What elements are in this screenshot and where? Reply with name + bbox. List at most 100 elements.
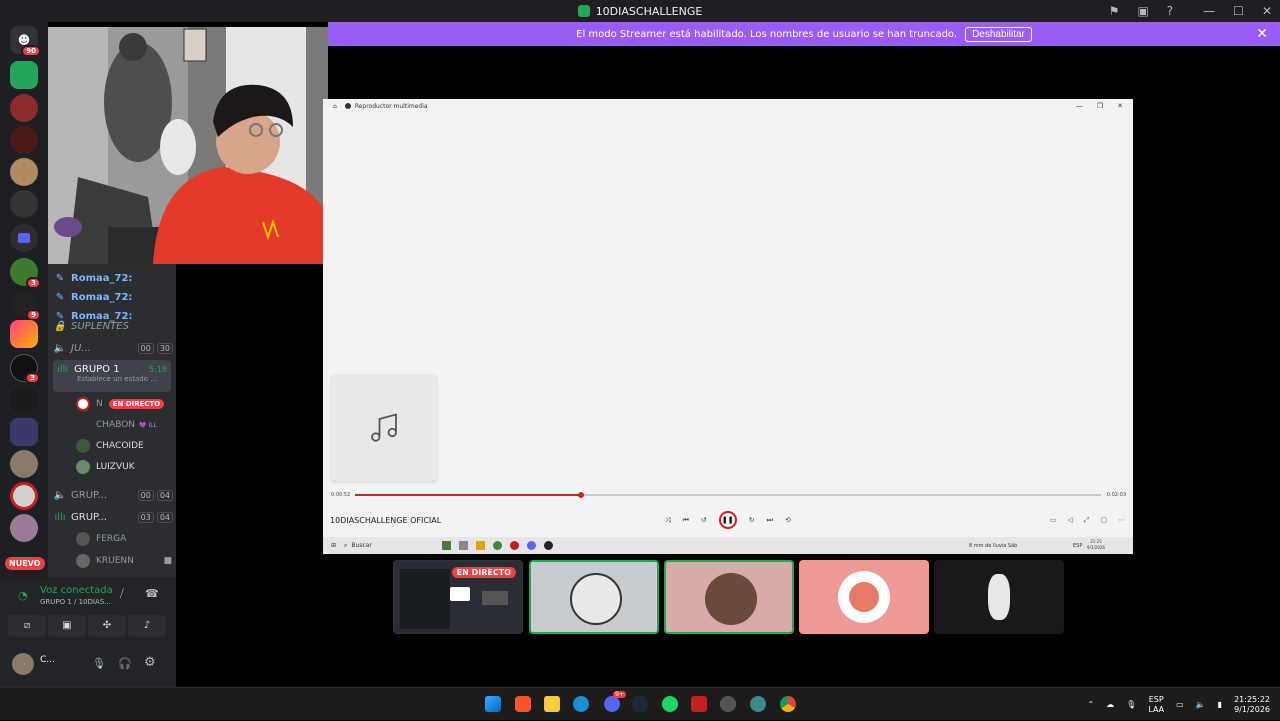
server-icon[interactable] <box>10 482 38 510</box>
taskbar-app-icon[interactable] <box>526 541 536 550</box>
taskbar-app-icon[interactable] <box>458 541 468 550</box>
server-icon[interactable] <box>10 514 38 542</box>
close-banner-icon[interactable]: ✕ <box>1256 26 1268 42</box>
voice-user-row[interactable]: KRUENN ■ <box>76 551 172 571</box>
folder-icon[interactable] <box>10 224 38 252</box>
minimize-button[interactable]: — <box>1076 102 1083 110</box>
fullscreen-icon[interactable]: ⤢ <box>1084 516 1090 525</box>
disable-streamer-button[interactable]: Deshabilitar <box>965 26 1032 42</box>
close-button[interactable]: ✕ <box>1117 102 1123 110</box>
discord-icon[interactable]: 9+ <box>604 691 626 712</box>
activities-button[interactable]: ✣ <box>88 615 126 637</box>
help-icon[interactable]: ? <box>1167 4 1173 18</box>
server-icon[interactable]: 9 <box>10 290 41 321</box>
server-icon[interactable] <box>10 190 38 218</box>
voice-user-row[interactable]: LUIZVUK <box>76 457 172 477</box>
spotify-icon[interactable] <box>662 696 678 712</box>
user-avatar[interactable] <box>12 653 34 675</box>
voice-user-row[interactable]: FERGA <box>76 529 172 549</box>
server-icon[interactable] <box>10 126 38 154</box>
home-icon[interactable]: ⌂ <box>333 103 337 110</box>
pause-button[interactable]: ❚❚ <box>718 511 737 529</box>
voice-channel[interactable]: GRUPO 1 / 10DIAS... <box>40 598 111 606</box>
channel-suplentes[interactable]: 🔒 SUPLENTES <box>53 316 173 336</box>
microphone-tray-icon[interactable]: 🎙 <box>1126 700 1136 709</box>
more-icon[interactable]: ⋯ <box>1118 516 1125 525</box>
channel-grup3[interactable]: ıllı GRUP... 03 04 <box>53 507 173 527</box>
seek-bar[interactable]: 0:00:52 0:02:03 <box>331 489 1126 501</box>
pinned-user-row[interactable]: ✎ Romaa_72: <box>53 268 173 288</box>
taskbar-app-icon[interactable] <box>492 541 502 550</box>
channel-grupo1[interactable]: ıllı GRUPO 1 5:18 Establece un estado ..… <box>53 360 171 392</box>
participant-tile[interactable] <box>529 560 659 634</box>
headphones-icon[interactable]: 🎧 <box>118 657 132 670</box>
miniplayer-icon[interactable]: ▭ <box>1050 516 1057 525</box>
channel-ju[interactable]: 🔈 JU... 00 30 <box>53 338 173 358</box>
taskbar-app-icon[interactable] <box>543 541 553 550</box>
server-icon[interactable] <box>10 450 38 478</box>
volume-icon[interactable]: ◁ <box>1067 516 1072 525</box>
taskbar-app-icon[interactable] <box>509 541 519 550</box>
disconnect-icon[interactable]: ☎ <box>145 587 159 600</box>
rewind-icon[interactable]: ↺ <box>701 516 707 524</box>
bing-icon[interactable] <box>573 696 589 712</box>
participant-tile[interactable] <box>934 560 1064 634</box>
shuffle-icon[interactable]: ⤨ <box>665 516 671 525</box>
soundboard-button[interactable]: ♪ <box>128 615 166 637</box>
microphone-icon[interactable]: 🎙 <box>92 657 106 670</box>
pinned-user-row[interactable]: ✎ Romaa_72: <box>53 287 173 307</box>
camera-off-button[interactable]: ⧄ <box>8 615 46 637</box>
taskbar-app-icon[interactable] <box>441 541 451 550</box>
direct-messages-icon[interactable]: ☻ 90 <box>10 26 41 57</box>
server-10dias[interactable] <box>10 61 38 89</box>
seek-knob[interactable] <box>578 492 585 498</box>
noise-suppression-icon[interactable]: ⧸ <box>120 587 124 601</box>
language-indicator[interactable]: ESP LAA <box>1148 695 1164 715</box>
participant-tile[interactable] <box>799 560 929 634</box>
gear-icon[interactable]: ⚙ <box>144 655 156 670</box>
voice-user-row[interactable]: N EN DIRECTO <box>76 394 172 414</box>
brave-icon[interactable] <box>515 696 531 712</box>
voice-user-row[interactable]: CHACOIDE <box>76 436 172 456</box>
server-icon[interactable] <box>10 94 38 122</box>
stream-tile-live[interactable]: EN DIRECTO <box>393 560 523 634</box>
server-icon[interactable] <box>10 158 38 186</box>
windows-start-icon[interactable]: ⊞ <box>331 542 336 549</box>
app-icon[interactable] <box>720 696 736 712</box>
network-icon[interactable]: ☁ <box>1106 700 1114 709</box>
windows-start-icon[interactable] <box>485 696 501 712</box>
display-icon[interactable]: ▭ <box>1176 700 1184 709</box>
battery-icon[interactable]: ▮ <box>1218 700 1222 709</box>
chevron-up-icon[interactable]: ⌃ <box>1087 700 1094 709</box>
search-box[interactable]: Buscar <box>351 542 372 549</box>
cast-icon[interactable]: ▢ <box>1100 516 1107 525</box>
screen-icon[interactable]: ▣ <box>1137 4 1148 18</box>
volume-icon[interactable]: 🔈 <box>1196 700 1206 709</box>
next-icon[interactable]: ⏭ <box>767 516 773 525</box>
app-icon[interactable] <box>691 696 707 712</box>
clock[interactable]: 21:25:22 9/1/2026 <box>1234 695 1270 715</box>
app-icon[interactable] <box>750 696 766 712</box>
voice-user-row[interactable]: CHABON 💜 ILL <box>76 415 172 435</box>
server-icon[interactable]: 3 <box>10 258 41 289</box>
screen-share-button[interactable]: ▣ <box>48 615 86 637</box>
taskbar-app-icon[interactable] <box>475 541 485 550</box>
repeat-icon[interactable]: ⟲ <box>785 516 791 524</box>
previous-icon[interactable]: ⏮ <box>683 516 689 525</box>
server-icon[interactable] <box>10 386 38 414</box>
server-icon[interactable]: 3 <box>10 354 40 384</box>
server-icon[interactable] <box>10 320 38 348</box>
maximize-button[interactable]: ❐ <box>1097 102 1103 110</box>
maximize-button[interactable]: ☐ <box>1233 4 1244 18</box>
inbox-icon[interactable]: ⚑ <box>1109 4 1120 18</box>
seek-track[interactable] <box>355 492 1101 498</box>
minimize-button[interactable]: — <box>1203 4 1215 18</box>
channel-grup2[interactable]: 🔈 GRUP... 00 04 <box>53 485 173 505</box>
forward-icon[interactable]: ↻ <box>749 516 755 524</box>
close-window-button[interactable]: ✕ <box>1262 4 1272 18</box>
participant-tile[interactable] <box>664 560 794 634</box>
chrome-icon[interactable] <box>780 696 796 712</box>
steam-icon[interactable] <box>632 696 648 712</box>
server-icon[interactable] <box>10 418 38 446</box>
file-explorer-icon[interactable] <box>544 696 560 712</box>
